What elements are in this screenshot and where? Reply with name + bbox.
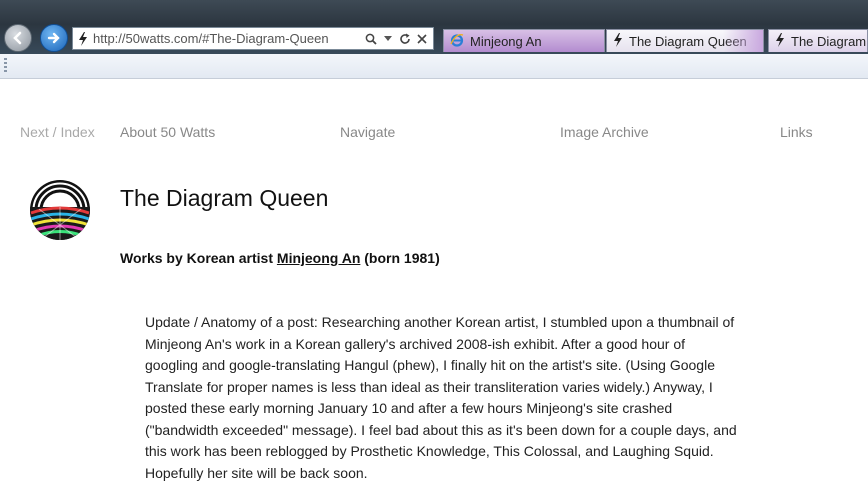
- tab-label: The Diagram Queen: [791, 33, 867, 49]
- tab-label: The Diagram Queen: [629, 33, 747, 49]
- artist-link[interactable]: Minjeong An: [277, 250, 360, 266]
- address-url[interactable]: http://50watts.com/#The-Diagram-Queen: [93, 31, 364, 46]
- subtitle-suffix: (born 1981): [360, 250, 440, 266]
- next-index-link[interactable]: Next / Index: [20, 124, 95, 140]
- post-body: Update / Anatomy of a post: Researching …: [145, 314, 737, 481]
- tab-label: Minjeong An: [470, 33, 542, 49]
- bolt-icon: [73, 31, 93, 46]
- browser-toolbar: http://50watts.com/#The-Diagram-Queen Mi…: [0, 0, 868, 54]
- tab-diagram-queen[interactable]: The Diagram Queen: [768, 29, 868, 52]
- site-logo[interactable]: [29, 179, 91, 241]
- post-subtitle: Works by Korean artist Minjeong An (born…: [120, 250, 440, 266]
- chevron-down-icon[interactable]: [381, 31, 395, 47]
- toolbar-grip[interactable]: [4, 58, 7, 74]
- subtitle-prefix: Works by Korean artist: [120, 250, 277, 266]
- tab-minjeong-an[interactable]: Minjeong An: [443, 29, 605, 52]
- page-title: The Diagram Queen: [120, 185, 329, 211]
- refresh-icon[interactable]: [398, 31, 412, 47]
- links-link[interactable]: Links: [780, 124, 813, 140]
- bolt-icon: [613, 32, 623, 50]
- arrow-right-icon: [47, 32, 60, 44]
- arrow-left-icon: [13, 31, 22, 45]
- address-bar[interactable]: http://50watts.com/#The-Diagram-Queen: [72, 27, 434, 50]
- forward-button[interactable]: [40, 24, 68, 52]
- navigate-link[interactable]: Navigate: [340, 124, 395, 140]
- bolt-icon: [775, 32, 785, 50]
- close-icon[interactable]: [415, 31, 429, 47]
- image-archive-link[interactable]: Image Archive: [560, 124, 649, 140]
- back-button[interactable]: [4, 24, 32, 52]
- tab-diagram-queen-active[interactable]: The Diagram Queen: [606, 29, 764, 52]
- command-bar: [0, 54, 868, 79]
- ie-icon: [450, 33, 464, 50]
- about-link[interactable]: About 50 Watts: [120, 124, 215, 140]
- search-icon[interactable]: [364, 31, 378, 47]
